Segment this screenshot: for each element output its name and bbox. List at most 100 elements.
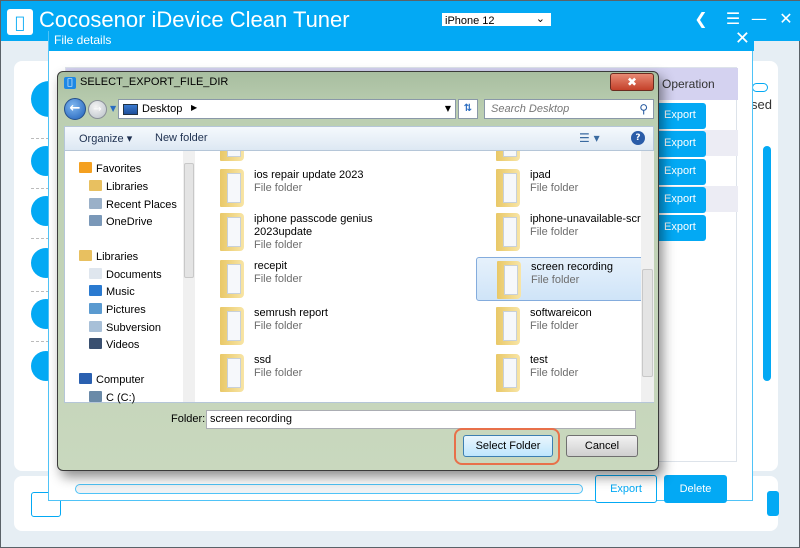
folder-name: semrush report: [254, 307, 328, 319]
nav-item[interactable]: Music: [89, 285, 135, 298]
search-icon[interactable]: ⚲: [639, 102, 648, 116]
action-button[interactable]: [767, 491, 779, 516]
nav-item[interactable]: Recent Places: [89, 198, 177, 211]
folder-name: iphone passcode genius 2023update: [254, 213, 373, 238]
row-export-button[interactable]: Export: [656, 103, 706, 129]
onedrive-icon: [89, 215, 102, 226]
device-select-value: iPhone 12: [445, 15, 495, 26]
nav-item-label: Libraries: [96, 251, 139, 263]
folder-name: iphone-unavailable-screen: [530, 213, 641, 225]
folder-item[interactable]: test File folder: [476, 351, 641, 395]
menu-icon[interactable]: ☰: [723, 9, 743, 28]
cancel-button[interactable]: Cancel: [566, 435, 638, 457]
nav-item[interactable]: Libraries: [89, 180, 148, 193]
folder-type: File folder: [254, 273, 303, 285]
new-folder-button[interactable]: New folder: [155, 132, 208, 144]
folder-icon: [496, 151, 520, 161]
history-dropdown-icon[interactable]: ▼: [110, 104, 116, 113]
help-icon[interactable]: ?: [631, 131, 645, 145]
dialog-title: SELECT_EXPORT_FILE_DIR: [80, 76, 229, 88]
computer-icon: [79, 373, 92, 384]
device-select[interactable]: iPhone 12 ⌄: [442, 13, 551, 26]
file-scrollbar[interactable]: [641, 151, 654, 402]
nav-item-label: OneDrive: [106, 216, 153, 228]
nav-item[interactable]: Libraries: [79, 250, 138, 263]
nav-item[interactable]: Pictures: [89, 303, 146, 316]
nav-item[interactable]: Subversion: [89, 321, 161, 334]
back-arrow-icon[interactable]: ←: [64, 98, 86, 120]
scrollbar-thumb[interactable]: [642, 269, 653, 377]
browser-body: Favorites Libraries Recent Places OneDrive L…: [64, 150, 654, 404]
chevron-right-icon[interactable]: ▶: [191, 103, 197, 112]
folder-name: screen recording: [531, 261, 613, 273]
row-export-button[interactable]: Export: [656, 159, 706, 185]
divider: [31, 291, 49, 292]
address-text: Desktop: [142, 103, 183, 115]
minimize-icon[interactable]: —: [749, 9, 769, 28]
drive-icon: [89, 391, 102, 402]
folder-input[interactable]: screen recording: [206, 410, 636, 429]
nav-item[interactable]: C (C:): [89, 391, 135, 404]
folder-name: recepit: [254, 260, 288, 272]
folder-name: ipad: [530, 169, 551, 181]
nav-item[interactable]: Videos: [89, 338, 139, 351]
folder-item[interactable]: iphone-unavailable-screenFile folder: [476, 210, 641, 254]
file-details-title: File details: [54, 33, 112, 47]
highlight-annotation: [454, 428, 560, 465]
chevron-down-icon[interactable]: ▼: [445, 104, 451, 113]
refresh-icon[interactable]: ⇅: [458, 99, 478, 119]
nav-item[interactable]: OneDrive: [89, 215, 152, 228]
close-icon[interactable]: ✕: [776, 9, 796, 28]
share-icon[interactable]: ❮: [691, 9, 711, 28]
folder-item[interactable]: semrush report File folder: [200, 304, 410, 348]
nav-item-label: Videos: [106, 339, 140, 351]
search-input[interactable]: Search Desktop ⚲: [484, 99, 654, 119]
file-details-titlebar: File details ✕: [49, 28, 754, 51]
nav-scrollbar[interactable]: [183, 151, 195, 402]
recent-places-icon: [89, 198, 102, 209]
row-export-button[interactable]: Export: [656, 131, 706, 157]
folder-icon: [496, 354, 520, 392]
folder-icon: [220, 213, 244, 251]
row-export-button[interactable]: Export: [656, 187, 706, 213]
nav-item[interactable]: Documents: [89, 268, 162, 281]
export-progress-bar: [75, 484, 583, 494]
folder-item[interactable]: iphone passcode genius 2023update File fo…: [200, 210, 410, 254]
folder-type: File folder: [254, 182, 303, 194]
close-icon[interactable]: ✕: [735, 28, 750, 49]
folder-item[interactable]: softwareicon File folder: [476, 304, 641, 348]
subversion-icon: [89, 321, 102, 332]
divider: [31, 341, 49, 342]
folder-item[interactable]: ssd File folder: [200, 351, 410, 395]
folder-icon: [220, 354, 244, 392]
nav-item-label: Computer: [96, 374, 145, 386]
app-icon: : [64, 77, 76, 89]
folder-name: ssd: [254, 354, 272, 366]
folder-type: File folder: [530, 320, 579, 332]
folder-icon: [220, 151, 244, 161]
divider: [31, 238, 49, 239]
folder-item[interactable]: ios repair update 2023 File folder: [200, 166, 410, 210]
nav-item[interactable]: Computer: [79, 373, 144, 386]
forward-arrow-icon[interactable]: →: [88, 100, 107, 119]
folder-icon: [220, 307, 244, 345]
address-bar[interactable]: Desktop ▶ ▼: [118, 99, 456, 119]
scrollbar-thumb[interactable]: [184, 163, 194, 278]
export-button[interactable]: Export: [595, 475, 657, 503]
chevron-down-icon: ⌄: [535, 13, 545, 25]
row-export-button[interactable]: Export: [656, 215, 706, 241]
folder-item[interactable]: recepit File folder: [200, 257, 410, 301]
folder-icon: [220, 260, 244, 298]
nav-item[interactable]: Favorites: [79, 162, 141, 175]
delete-button[interactable]: Delete: [664, 475, 727, 503]
toggle-pill[interactable]: [752, 83, 768, 92]
close-icon[interactable]: ✖: [610, 73, 654, 91]
folder-item[interactable]: screen recording File folder: [476, 257, 641, 301]
folder-type: File folder: [530, 367, 579, 379]
folder-item[interactable]: ipad File folder: [476, 166, 641, 210]
nav-item-label: Libraries: [106, 181, 149, 193]
organize-button[interactable]: Organize ▾: [79, 132, 132, 145]
app-window:  Cocosenor iDevice Clean Tuner iPhone 1…: [0, 0, 800, 548]
folder-type: File folder: [531, 274, 580, 286]
view-options-icon[interactable]: ☰ ▾: [579, 131, 600, 145]
